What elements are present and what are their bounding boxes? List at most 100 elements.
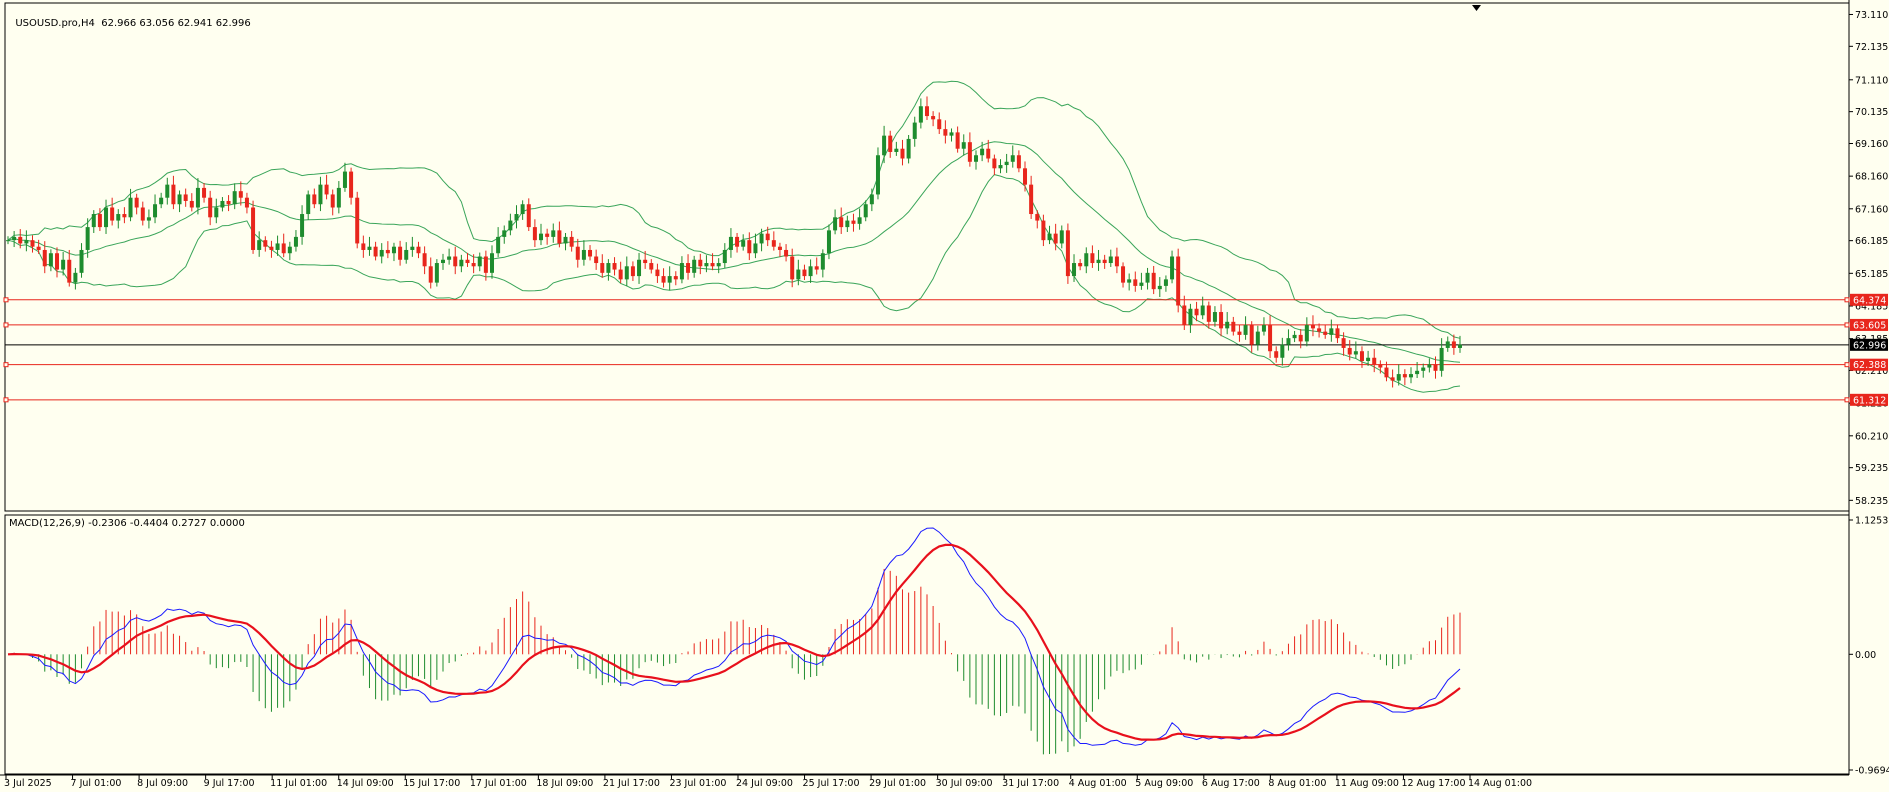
candle-body (747, 240, 752, 254)
candle-body (214, 207, 219, 218)
candle-body (355, 197, 360, 244)
time-label: 4 Aug 01:00 (1069, 778, 1127, 789)
candle-body (594, 256, 599, 264)
candle-body (1445, 341, 1450, 348)
level-label: 62.996 (1853, 340, 1886, 351)
candle-body (753, 243, 758, 254)
candle-body (796, 269, 801, 280)
candle-body (1108, 256, 1113, 264)
candle-body (545, 233, 550, 237)
candle-body (1255, 331, 1260, 345)
candle-body (385, 249, 390, 254)
candle-body (557, 230, 562, 244)
level-handle-left (3, 362, 9, 368)
candle (251, 200, 256, 254)
price-tick-label: 65.185 (1855, 269, 1888, 280)
candle-body (851, 220, 856, 224)
candle-body (220, 200, 225, 208)
candle-body (900, 148, 905, 159)
candle-body (6, 240, 10, 242)
candle-body (24, 240, 29, 244)
level-handle-left (3, 397, 9, 403)
time-label: 14 Aug 01:00 (1468, 778, 1532, 789)
candle-body (1023, 168, 1028, 185)
candle-body (600, 263, 605, 273)
candle-body (1421, 367, 1426, 371)
candle-body (906, 138, 911, 159)
candle-body (122, 214, 127, 218)
candle-body (992, 158, 997, 169)
candle-body (447, 256, 452, 260)
candle-body (1182, 305, 1187, 326)
candle-body (532, 227, 537, 241)
candle-body (61, 259, 66, 270)
candle (1176, 248, 1181, 313)
candle-body (863, 204, 868, 218)
candle-body (575, 246, 580, 260)
candle-body (416, 246, 421, 254)
time-label: 17 Jul 01:00 (470, 778, 527, 789)
candle-body (857, 217, 862, 224)
candle-body (1163, 279, 1168, 286)
candle-body (293, 236, 298, 247)
chart-canvas[interactable]: 73.110 72.135 71.110 70.135 69.160 68.160 67.1… (0, 0, 1889, 792)
candle-body (1047, 233, 1052, 241)
candle-body (967, 142, 972, 162)
price-tick-label: 67.160 (1855, 204, 1888, 215)
candle-body (177, 194, 182, 205)
candle-body (630, 266, 635, 277)
candle-body (330, 194, 335, 208)
candle-body (1231, 321, 1236, 332)
level-label: 63.605 (1853, 320, 1886, 331)
candle-body (1157, 285, 1162, 290)
time-label: 9 Jul 17:00 (204, 778, 255, 789)
candle-body (949, 132, 954, 136)
candle-body (300, 214, 305, 237)
candle-body (251, 207, 256, 250)
candle-body (116, 214, 121, 221)
candle-body (1114, 256, 1119, 267)
candle-body (520, 204, 525, 215)
candle-body (1341, 338, 1346, 348)
candle-body (833, 217, 838, 231)
time-label: 14 Jul 09:00 (337, 778, 394, 789)
candle-body (1384, 367, 1389, 378)
candle-body (208, 197, 213, 218)
candle-body (1353, 351, 1358, 355)
candle-body (1274, 351, 1279, 358)
time-label: 18 Jul 09:00 (536, 778, 593, 789)
candle-body (790, 256, 795, 280)
candle-body (12, 236, 17, 241)
price-tick-label: 70.135 (1855, 107, 1888, 118)
candle-body (165, 184, 170, 198)
candle-body (1090, 253, 1095, 264)
candle-body (1139, 282, 1144, 286)
candle-body (1329, 328, 1334, 335)
candle-body (1415, 370, 1420, 375)
price-tick-label: 73.110 (1855, 10, 1888, 21)
candle-body (1372, 357, 1377, 365)
candle-body (1396, 374, 1401, 381)
candle-body (526, 204, 531, 228)
candle-body (980, 148, 985, 156)
candle-body (1102, 259, 1107, 264)
candle (355, 191, 360, 249)
candle-body (784, 249, 789, 257)
candle-body (882, 135, 887, 156)
candle-body (1194, 308, 1199, 316)
candle-body (624, 266, 629, 280)
time-label: 6 Aug 17:00 (1202, 778, 1260, 789)
candle-body (465, 259, 470, 264)
candle (434, 259, 439, 287)
candle-body (1347, 347, 1352, 355)
candle-body (539, 233, 544, 241)
candle-body (1121, 266, 1126, 283)
candle-body (440, 259, 445, 264)
candle-body (937, 119, 942, 130)
candle (1065, 223, 1070, 284)
candle-body (716, 263, 721, 267)
macd-tick-label: -0.9694 (1855, 766, 1889, 777)
candle-body (73, 272, 78, 283)
candle-body (398, 246, 403, 260)
candle-body (349, 171, 354, 198)
